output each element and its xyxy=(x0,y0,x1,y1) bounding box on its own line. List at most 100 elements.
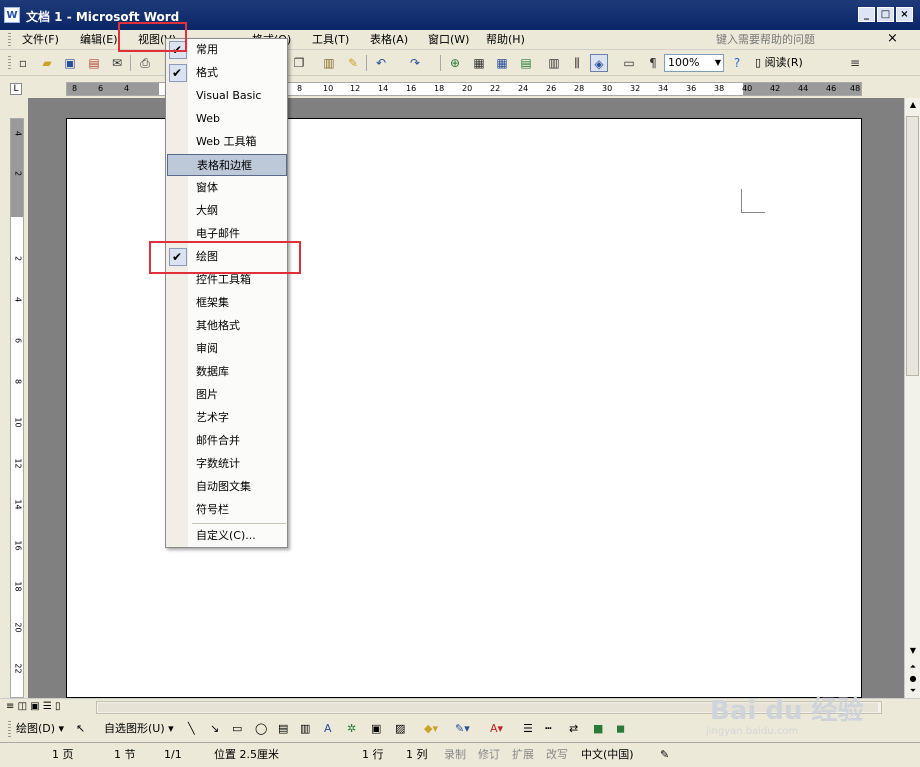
show-hide-icon[interactable]: ¶ xyxy=(644,54,662,72)
menu-item-frames[interactable]: 框架集 xyxy=(167,292,287,314)
tab-selector[interactable]: L xyxy=(10,83,22,95)
status-trk[interactable]: 修订 xyxy=(478,746,500,764)
help-search-input[interactable]: 键入需要帮助的问题 xyxy=(716,32,876,48)
menu-item-reviewing[interactable]: 审阅 xyxy=(167,338,287,360)
vertical-ruler[interactable]: 4 2 2 4 6 8 10 12 14 16 18 20 22 xyxy=(10,118,24,698)
spelling-status-icon[interactable]: ✎ xyxy=(660,746,669,764)
menu-item-outlining[interactable]: 大纲 xyxy=(167,200,287,222)
menu-item-symbol-bar[interactable]: 符号栏 xyxy=(167,499,287,521)
new-icon[interactable]: ▫ xyxy=(14,54,32,72)
menu-item-customize[interactable]: 自定义(C)... xyxy=(167,525,287,547)
scroll-down-icon[interactable]: ▼ xyxy=(907,646,919,655)
ruler-number: 12 xyxy=(350,84,361,93)
diagram-icon[interactable]: ✲ xyxy=(347,720,356,738)
redo-icon[interactable]: ↷ xyxy=(406,54,424,72)
status-ext[interactable]: 扩展 xyxy=(512,746,534,764)
menu-tools[interactable]: 工具(T) xyxy=(312,32,349,48)
clip-art-icon[interactable]: ▣ xyxy=(371,720,381,738)
menu-item-other-formatting[interactable]: 其他格式 xyxy=(167,315,287,337)
font-color-icon[interactable]: A▾ xyxy=(490,720,503,738)
format-painter-icon[interactable]: ✎ xyxy=(344,54,362,72)
hyperlink-icon[interactable]: ⊕ xyxy=(446,54,464,72)
insert-table-icon[interactable]: ▦ xyxy=(493,54,511,72)
line-style-icon[interactable]: ☰ xyxy=(523,720,533,738)
save-icon[interactable]: ▣ xyxy=(61,54,79,72)
normal-view-icon[interactable]: ≡ xyxy=(6,701,14,712)
close-window-button[interactable]: × xyxy=(896,7,913,22)
line-icon[interactable]: ╲ xyxy=(188,720,195,738)
document-map-icon[interactable]: ⫼ xyxy=(568,54,586,72)
select-browse-object-icon[interactable]: ● xyxy=(907,674,919,683)
undo-icon[interactable]: ↶ xyxy=(372,54,390,72)
maximize-button[interactable]: □ xyxy=(877,7,894,22)
arrow-icon[interactable]: ↘ xyxy=(210,720,219,738)
document-map-pane-icon[interactable]: ▭ xyxy=(620,54,638,72)
next-page-icon[interactable]: ⏷ xyxy=(907,686,919,696)
menu-item-word-count[interactable]: 字数统计 xyxy=(167,453,287,475)
menubar-grip[interactable] xyxy=(8,33,11,47)
outline-view-icon[interactable]: ☰ xyxy=(43,701,52,712)
menu-window[interactable]: 窗口(W) xyxy=(428,32,469,48)
minimize-button[interactable]: _ xyxy=(858,7,875,22)
menu-table[interactable]: 表格(A) xyxy=(370,32,408,48)
reading-view-icon[interactable]: ▯ xyxy=(55,701,61,712)
fill-color-icon[interactable]: ◆▾ xyxy=(424,720,438,738)
insert-picture-icon[interactable]: ▨ xyxy=(395,720,405,738)
autoshapes-button[interactable]: 自选图形(U) ▾ xyxy=(104,720,174,738)
oval-icon[interactable]: ◯ xyxy=(255,720,267,738)
menu-item-tables-borders[interactable]: 表格和边框 xyxy=(167,154,287,176)
close-document-button[interactable]: × xyxy=(887,31,898,46)
open-icon[interactable]: ▰ xyxy=(38,54,56,72)
menu-help[interactable]: 帮助(H) xyxy=(486,32,525,48)
3d-style-icon[interactable]: ◼ xyxy=(616,720,625,738)
menu-item-picture[interactable]: 图片 xyxy=(167,384,287,406)
word-app-icon[interactable]: W xyxy=(4,7,20,23)
vertical-text-box-icon[interactable]: ▥ xyxy=(300,720,310,738)
ruler-number: 14 xyxy=(378,84,389,93)
menu-item-database[interactable]: 数据库 xyxy=(167,361,287,383)
vertical-scroll-thumb[interactable] xyxy=(906,116,919,376)
drawbar-grip[interactable] xyxy=(8,721,11,737)
web-view-icon[interactable]: ◫ xyxy=(18,701,27,712)
previous-page-icon[interactable]: ⏶ xyxy=(907,662,919,672)
menu-item-forms[interactable]: 窗体 xyxy=(167,177,287,199)
menu-item-visual-basic[interactable]: Visual Basic xyxy=(167,85,287,107)
menu-item-autotext[interactable]: 自动图文集 xyxy=(167,476,287,498)
copy-icon[interactable]: ❐ xyxy=(290,54,308,72)
menu-file[interactable]: 文件(F) xyxy=(22,32,59,48)
email-icon[interactable]: ✉ xyxy=(108,54,126,72)
draw-menu-button[interactable]: 绘图(D) ▾ xyxy=(16,720,64,738)
text-box-icon[interactable]: ▤ xyxy=(278,720,288,738)
dash-style-icon[interactable]: ┅ xyxy=(545,720,552,738)
zoom-select[interactable]: 100% ▼ xyxy=(664,54,724,72)
menu-item-wordart[interactable]: 艺术字 xyxy=(167,407,287,429)
help-icon[interactable]: ? xyxy=(728,54,746,72)
menu-edit[interactable]: 编辑(E) xyxy=(80,32,118,48)
select-objects-icon[interactable]: ↖ xyxy=(76,720,85,738)
drawing-icon[interactable]: ◈ xyxy=(590,54,608,72)
arrow-style-icon[interactable]: ⇄ xyxy=(569,720,578,738)
read-button[interactable]: ▯ 阅读(R) xyxy=(755,54,803,72)
vertical-scrollbar[interactable]: ▲ ▼ ⏶ ● ⏷ xyxy=(904,98,920,698)
print-layout-view-icon[interactable]: ▣ xyxy=(30,701,39,712)
menu-item-mail-merge[interactable]: 邮件合并 xyxy=(167,430,287,452)
status-rec[interactable]: 录制 xyxy=(444,746,466,764)
menu-item-web-tools[interactable]: Web 工具箱 xyxy=(167,131,287,153)
status-ovr[interactable]: 改写 xyxy=(546,746,568,764)
paste-icon[interactable]: ▥ xyxy=(320,54,338,72)
insert-excel-icon[interactable]: ▤ xyxy=(517,54,535,72)
permission-icon[interactable]: ▤ xyxy=(85,54,103,72)
columns-icon[interactable]: ▥ xyxy=(545,54,563,72)
shadow-style-icon[interactable]: ■ xyxy=(593,720,603,738)
print-icon[interactable]: ⎙ xyxy=(136,54,154,72)
scroll-up-icon[interactable]: ▲ xyxy=(907,100,919,109)
rectangle-icon[interactable]: ▭ xyxy=(232,720,242,738)
tables-borders-icon[interactable]: ▦ xyxy=(470,54,488,72)
wordart-icon[interactable]: A xyxy=(324,720,332,738)
view-buttons[interactable]: ≡ ◫ ▣ ☰ ▯ xyxy=(6,701,61,712)
toolbar-grip[interactable] xyxy=(8,56,11,71)
align-icon[interactable]: ≡ xyxy=(846,54,864,72)
line-color-icon[interactable]: ✎▾ xyxy=(455,720,470,738)
menu-item-web[interactable]: Web xyxy=(167,108,287,130)
menu-item-formatting[interactable]: ✔ 格式 xyxy=(167,62,287,84)
